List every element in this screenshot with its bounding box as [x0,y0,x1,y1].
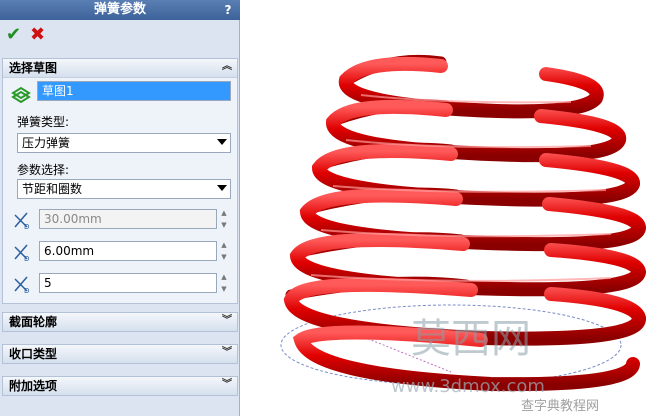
param2-input[interactable]: 6.00mm [39,241,217,261]
svg-text:D: D [24,255,29,263]
sketch-group: 选择草图 ︽ 草图1 弹簧类型: 压力弹簧 参数选择: 节距和圈数 D 30.0… [2,58,238,304]
3d-viewport[interactable]: 莫西网 www.3dmox.com 查字典教程网 [241,0,669,416]
watermark-text-1: 莫西网 [411,316,531,362]
panel-titlebar: 弹簧参数 ? [0,0,240,20]
dimension-icon: D [14,244,29,263]
spring-type-value: 压力弹簧 [22,136,71,150]
panel-title: 弹簧参数 [93,2,146,17]
profile-group-header[interactable]: 截面轮廓 ︾ [3,313,237,331]
dropdown-arrow-icon [217,139,227,145]
confirm-row: ✔ ✖ [0,22,240,50]
end-type-group-header[interactable]: 收口类型 ︾ [3,345,237,363]
param-select-label: 参数选择: [17,163,70,177]
param3-input[interactable]: 5 [39,273,217,293]
help-button[interactable]: ? [220,2,236,18]
expand-down-icon[interactable]: ︾ [221,379,233,391]
param-select[interactable]: 节距和圈数 [17,179,231,199]
param2-value: 6.00mm [44,244,95,258]
ok-button[interactable]: ✔ [6,26,24,44]
sketch-selection-field[interactable]: 草图1 [37,81,231,101]
svg-text:D: D [24,223,29,231]
sketch-group-header[interactable]: 选择草图 ︽ [3,59,237,78]
param1-input[interactable]: 30.00mm [39,209,217,229]
param3-value: 5 [44,276,52,290]
param1-value: 30.00mm [44,212,102,226]
expand-down-icon[interactable]: ︾ [221,315,233,327]
extra-options-group[interactable]: 附加选项 ︾ [2,376,238,396]
spring-type-select[interactable]: 压力弹簧 [17,133,231,153]
extra-options-group-title: 附加选项 [9,379,58,393]
param-select-value: 节距和圈数 [22,182,83,196]
param2-spinner[interactable]: ▲ ▼ [218,239,230,263]
dropdown-arrow-icon [217,185,227,191]
sketch-group-title: 选择草图 [9,61,58,75]
watermark-text-3: 查字典教程网 [521,398,599,414]
turns-icon: D [14,276,29,295]
selected-sketch: 草图1 [42,84,74,98]
watermark-text-2: www.3dmox.com [391,376,545,397]
param1-spinner[interactable]: ▲ ▼ [218,207,230,231]
end-type-group-title: 收口类型 [9,347,58,361]
svg-text:D: D [24,287,29,295]
end-type-group[interactable]: 收口类型 ︾ [2,344,238,364]
profile-group-title: 截面轮廓 [9,315,58,329]
property-manager-panel: 弹簧参数 ? ✔ ✖ 选择草图 ︽ 草图1 弹簧类型: 压力弹簧 参数选择: 节… [0,0,240,416]
spring-type-label: 弹簧类型: [17,115,70,129]
cancel-button[interactable]: ✖ [30,26,48,44]
sketch-icon [11,86,31,103]
extra-options-group-header[interactable]: 附加选项 ︾ [3,377,237,395]
expand-down-icon[interactable]: ︾ [221,347,233,359]
collapse-up-icon[interactable]: ︽ [221,61,233,73]
spring-model: 莫西网 www.3dmox.com 查字典教程网 [280,54,647,414]
profile-group[interactable]: 截面轮廓 ︾ [2,312,238,332]
dimension-icon: D [14,212,29,231]
param3-spinner[interactable]: ▲ ▼ [218,271,230,295]
